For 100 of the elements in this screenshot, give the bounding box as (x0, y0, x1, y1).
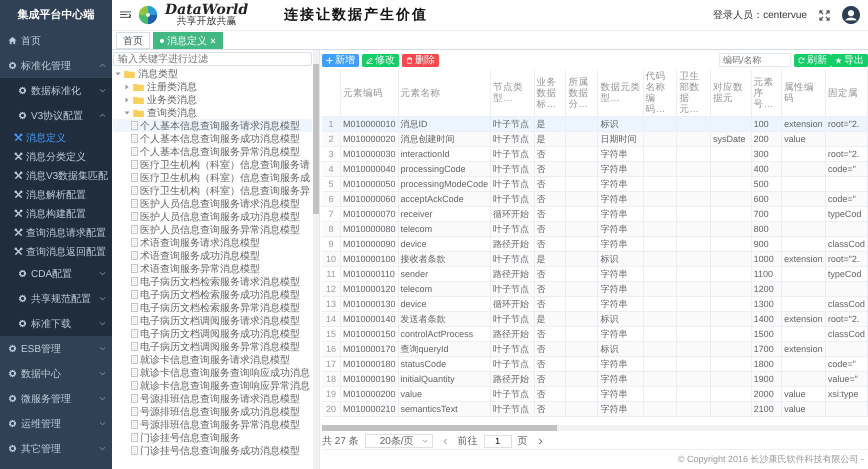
table-row[interactable]: 2 M010000020 消息创建时间 叶子节点 是 日期时间 sysDate 200 value (322, 132, 868, 146)
menu-icon[interactable] (120, 10, 131, 20)
tree-node[interactable]: 号源排班信息查询服务成功消息模型 (113, 405, 312, 418)
filter-field[interactable]: 输入关键字进行过滤 (113, 52, 312, 66)
table-cell: M010000020 (343, 134, 396, 144)
tree-node[interactable]: 电子病历文档调阅服务异常消息模型 (113, 340, 312, 353)
tree-node[interactable]: 医护人员信息查询服务请求消息模型 (113, 197, 312, 210)
tree-node[interactable]: 门诊挂号信息查询服务成功消息模型 (113, 444, 312, 457)
tree-node[interactable]: 就诊卡信息查询服务查询响应成功消息 (113, 366, 312, 379)
tree-node[interactable]: 医护人员信息查询服务异常消息模型 (113, 223, 312, 236)
table-row[interactable]: 1 M010000010 消息ID 叶子节点 是 标识 100 extension root="2. (322, 116, 868, 132)
menu-item[interactable]: 运维管理 (0, 411, 112, 436)
menu-item[interactable]: 消息构建配置 (0, 204, 112, 223)
tree-node[interactable]: 注册类消息 (113, 80, 312, 93)
tree-node[interactable]: 个人基本信息查询服务请求消息模型 (113, 119, 312, 132)
menu-item[interactable]: 共享规范配置 (0, 286, 112, 311)
tree-node[interactable]: 就诊卡信息查询服务请求消息模型 (113, 353, 312, 366)
menu-item[interactable]: 消息分类定义 (0, 147, 112, 166)
tree-node[interactable]: 业务类消息 (113, 93, 312, 106)
avatar-icon[interactable] (842, 6, 860, 24)
table-row[interactable]: 12 M010000120 telecom 叶子节点 否 字符串 1200 (322, 282, 868, 296)
tools-icon (14, 152, 23, 161)
table-cell: 字符串 (600, 358, 628, 368)
table-cell: M010000170 (343, 344, 396, 354)
goto-label: 前往 (458, 434, 478, 448)
document-icon (131, 407, 138, 416)
tree-node[interactable]: 消息类型 (113, 67, 312, 80)
tree-node[interactable]: 就诊卡信息查询服务查询响应异常消息 (113, 379, 312, 392)
tree-node[interactable]: 术语查询服务请求消息模型 (113, 236, 312, 249)
menu-item[interactable]: 查询消息请求配置 (0, 223, 112, 242)
tree-node[interactable]: 个人基本信息查询服务成功消息模型 (113, 132, 312, 145)
table-cell: 否 (536, 284, 546, 294)
table-row[interactable]: 8 M010000080 telecom 叶子节点 否 字符串 800 (322, 222, 868, 236)
scrollbar[interactable] (313, 50, 319, 469)
table-cell: 否 (536, 374, 546, 384)
tree-node[interactable]: 医护人员信息查询服务成功消息模型 (113, 210, 312, 223)
tree-node[interactable]: 号源排班信息查询服务异常消息模型 (113, 418, 312, 431)
table-row[interactable]: 14 M010000140 发送者条款 叶子节点 是 标识 1400 extension root="2. (322, 312, 868, 326)
table-cell: 1700 (754, 344, 774, 354)
table-row[interactable]: 18 M010000190 initialQuantity 路径开始 否 字符串 1900 value=" (322, 372, 868, 386)
table-cell: M010000100 (343, 254, 396, 264)
menu-item[interactable]: ESB管理 (0, 336, 112, 361)
tree-node[interactable]: 门诊挂号信息查询服务 (113, 431, 312, 444)
table-row[interactable]: 16 M010000170 查询queryId 叶子节点 否 标识 1700 extension (322, 342, 868, 356)
menu-item[interactable]: 消息V3数据集匹配 (0, 166, 112, 185)
next-icon[interactable] (538, 438, 543, 444)
menu-item[interactable]: 首页 (0, 28, 112, 53)
menu-item[interactable]: 标准化管理 (0, 53, 112, 78)
menu-item[interactable]: 数据中心 (0, 361, 112, 386)
tree-node[interactable]: 电子病历文档检索服务成功消息模型 (113, 288, 312, 301)
tree-node[interactable]: 医疗卫生机构（科室）信息查询服务成 (113, 171, 312, 184)
gear-icon (18, 86, 27, 95)
table-cell: value=" (828, 374, 858, 384)
tree-node[interactable]: 电子病历文档检索服务请求消息模型 (113, 275, 312, 288)
search-field[interactable]: 编码/名称 (719, 53, 791, 67)
gear-icon (18, 294, 27, 303)
tree-node[interactable]: 术语查询服务异常消息模型 (113, 262, 312, 275)
table-cell: 否 (536, 194, 546, 204)
menu-item[interactable]: CDA配置 (0, 261, 112, 286)
table-row[interactable]: 6 M010000060 acceptAckCode 叶子节点 否 字符串 600 code=" (322, 192, 868, 206)
menu-item[interactable]: 其它管理 (0, 436, 112, 461)
table-cell: telecom (400, 224, 432, 234)
tree-node[interactable]: 个人基本信息查询服务异常消息模型 (113, 145, 312, 158)
scrollbar[interactable] (322, 425, 868, 431)
menu-item[interactable]: 查询消息返回配置 (0, 242, 112, 261)
menu-item[interactable]: 数据标准化 (0, 78, 112, 103)
tree-node[interactable]: 查询类消息 (113, 106, 312, 119)
tree-node[interactable]: 术语查询服务成功消息模型 (113, 249, 312, 262)
document-icon (131, 173, 138, 182)
tree-node[interactable]: 电子病历文档调阅服务请求消息模型 (113, 314, 312, 327)
gear-icon (18, 269, 27, 278)
document-icon (131, 368, 138, 377)
tree-node[interactable]: 医疗卫生机构（科室）信息查询服务异 (113, 184, 312, 197)
tab[interactable]: 首页 (116, 32, 150, 49)
table-row[interactable]: 4 M010000040 processingCode 叶子节点 否 字符串 400 code=" (322, 162, 868, 176)
tools-icon (14, 228, 23, 237)
page-size-select[interactable]: 20条/页 (364, 434, 433, 448)
table-row[interactable]: 10 M010000100 接收者条款 叶子节点 是 标识 1000 extension root="2. (322, 252, 868, 266)
document-icon (131, 277, 138, 286)
menu-item[interactable]: 微服务管理 (0, 386, 112, 411)
table-cell: semanticsText (400, 404, 458, 414)
menu-item[interactable]: 消息解析配置 (0, 185, 112, 204)
table-cell: 1800 (754, 359, 774, 369)
table-row[interactable]: 20 M010000210 semanticsText 叶子节点 否 字符串 2100 value (322, 402, 868, 416)
menu-item[interactable]: V3协议配置 (0, 103, 112, 128)
menu-item[interactable]: 标准下载 (0, 311, 112, 336)
tree-node[interactable]: 号源排班信息查询服务请求消息模型 (113, 392, 312, 405)
toolbar-button[interactable]: 删除 (402, 54, 439, 66)
previous-icon[interactable] (442, 438, 448, 444)
gear-icon (8, 61, 17, 70)
page-field[interactable]: 1 (484, 434, 512, 448)
fullscreen-icon[interactable] (819, 10, 830, 20)
table-cell: M010000110 (343, 269, 395, 279)
document-icon (131, 433, 138, 442)
menu-item[interactable]: 消息定义 (0, 128, 112, 147)
tree-node[interactable]: 电子病历文档调阅服务成功消息模型 (113, 327, 312, 340)
table-cell: 1300 (754, 299, 774, 309)
table-cell: 叶子节点 (493, 118, 530, 128)
tree-node[interactable]: 医疗卫生机构（科室）信息查询服务请 (113, 158, 312, 171)
tree-node[interactable]: 电子病历文档检索服务异常消息模型 (113, 301, 312, 314)
